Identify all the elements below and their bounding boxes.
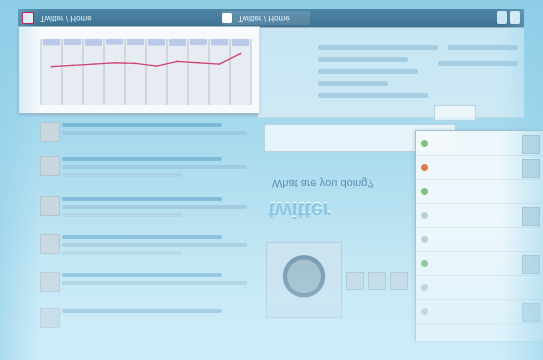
- timeline-item[interactable]: [38, 120, 258, 150]
- side-list-item[interactable]: [416, 229, 543, 252]
- data-point: [113, 61, 116, 64]
- status-dot-icon: [421, 212, 428, 219]
- data-point: [50, 65, 53, 68]
- data-point: [155, 65, 158, 67]
- chart-panel: [18, 26, 260, 114]
- avatar: [40, 122, 60, 142]
- chart-bar: [106, 39, 123, 45]
- tweet-text: [62, 157, 222, 161]
- tweet-text: [62, 273, 222, 277]
- status-dot-icon: [421, 164, 428, 171]
- avatar: [40, 234, 60, 254]
- side-list-item[interactable]: [416, 181, 543, 204]
- side-list-item[interactable]: [416, 205, 543, 228]
- status-dot-icon: [421, 284, 428, 291]
- profile-line: [318, 57, 408, 62]
- side-list-item[interactable]: [416, 157, 543, 180]
- avatar: [40, 308, 60, 328]
- timeline: [18, 112, 258, 333]
- tweet-text: [62, 173, 182, 177]
- data-point: [71, 64, 74, 67]
- avatar: [522, 135, 540, 154]
- data-point: [92, 63, 95, 65]
- chart-bar: [190, 39, 207, 45]
- taskbar-tab-label: Twitter / Home: [40, 14, 92, 23]
- tweet-text: [62, 281, 247, 285]
- taskbar-tab-twitter[interactable]: Twitter / Home: [22, 11, 92, 25]
- tweet-text: [62, 131, 247, 135]
- tweet-text: [62, 205, 247, 209]
- status-dot-icon: [421, 236, 428, 243]
- profile-line: [318, 45, 438, 50]
- following-avatar[interactable]: [390, 272, 408, 290]
- side-list-item[interactable]: [416, 253, 543, 276]
- timeline-item[interactable]: [38, 232, 258, 262]
- timeline-item[interactable]: [38, 154, 258, 184]
- timeline-item[interactable]: [38, 270, 258, 300]
- side-panel: [415, 130, 543, 341]
- tweet-text: [62, 243, 247, 247]
- data-point: [239, 52, 242, 55]
- avatar: [522, 207, 540, 226]
- tweet-text: [62, 197, 222, 201]
- profile-line: [318, 69, 418, 74]
- avatar: [40, 196, 60, 216]
- status-dot-icon: [421, 188, 428, 195]
- tray-icon[interactable]: [510, 11, 520, 24]
- tweet-text: [62, 123, 222, 127]
- avatar: [522, 255, 540, 274]
- taskbar-tab-label: Twitter / Home: [238, 14, 290, 23]
- following-avatar[interactable]: [346, 272, 364, 290]
- chart-bar: [64, 39, 81, 45]
- chart-bar: [85, 39, 102, 46]
- timeline-item[interactable]: [38, 306, 258, 336]
- tweet-text: [62, 309, 222, 313]
- status-dot-icon: [421, 260, 428, 267]
- side-list-item[interactable]: [416, 133, 543, 156]
- chart-bar: [232, 39, 249, 47]
- chart-bar: [127, 39, 144, 46]
- stats-chart: [40, 39, 252, 105]
- avatar: [522, 303, 540, 322]
- profile-line: [438, 61, 518, 66]
- tweet-text: [62, 165, 247, 169]
- browser-icon: [22, 12, 34, 25]
- side-list-item[interactable]: [416, 301, 543, 324]
- status-dot-icon: [421, 140, 428, 147]
- profile-line: [318, 93, 428, 98]
- avatar: [40, 156, 60, 176]
- profile-box: [258, 27, 524, 118]
- system-tray: [497, 11, 520, 24]
- page-icon: [222, 13, 232, 24]
- chart-bar: [43, 39, 60, 46]
- avatar: [522, 159, 540, 178]
- following-avatar[interactable]: [368, 272, 386, 290]
- data-point: [134, 62, 137, 65]
- update-button[interactable]: [434, 105, 476, 121]
- data-point: [176, 60, 179, 63]
- status-dot-icon: [421, 308, 428, 315]
- avatar: [40, 272, 60, 292]
- tweet-text: [62, 251, 182, 255]
- data-point: [218, 63, 221, 65]
- profile-line: [318, 81, 388, 86]
- chart-bar: [148, 39, 165, 46]
- compose-prompt: What are you doing?: [272, 177, 374, 189]
- taskbar-tab-active[interactable]: Twitter / Home: [222, 11, 310, 25]
- data-point: [197, 61, 200, 64]
- tweet-text: [62, 213, 182, 217]
- timeline-item[interactable]: [38, 194, 258, 224]
- twitter-logo: twitter: [268, 198, 331, 223]
- profile-line: [448, 45, 518, 50]
- side-list-item[interactable]: [416, 277, 543, 300]
- chart-bar: [211, 39, 228, 46]
- chart-bar: [169, 39, 186, 46]
- following-thumbnails: [346, 272, 408, 290]
- tray-icon[interactable]: [497, 11, 507, 24]
- profile-photo: [266, 242, 342, 318]
- tweet-text: [62, 235, 222, 239]
